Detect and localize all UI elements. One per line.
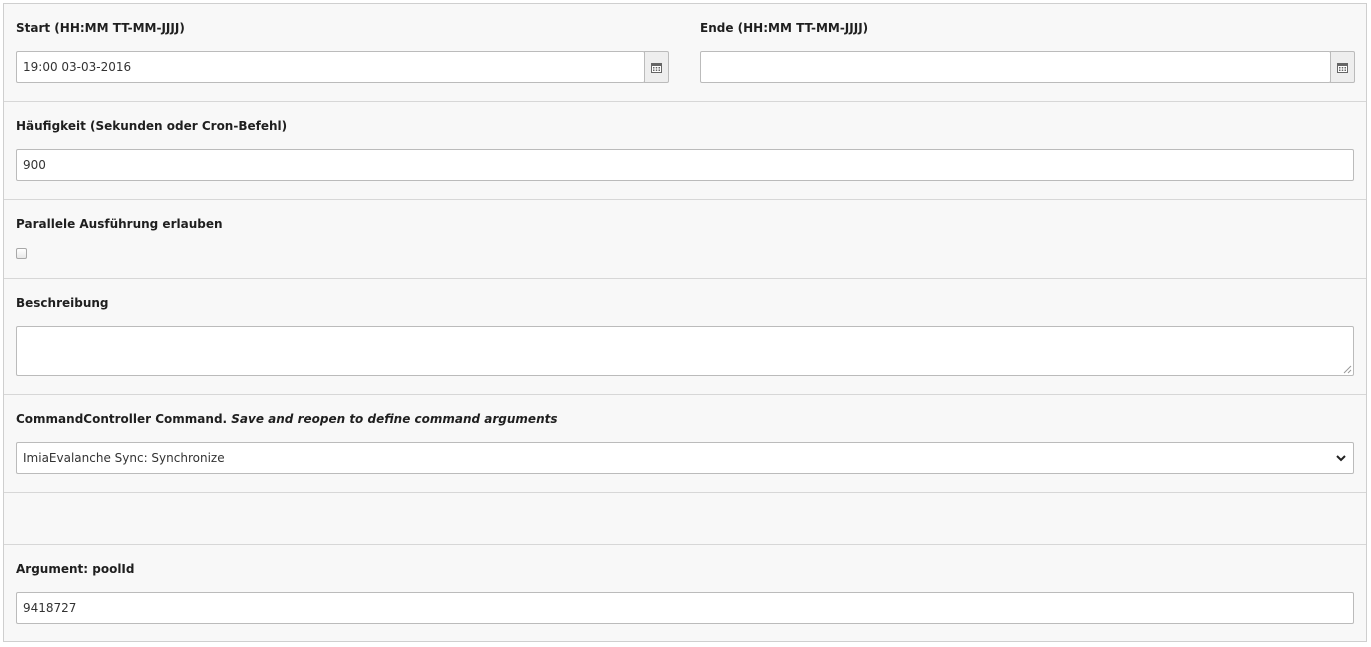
section-parallel: Parallele Ausführung erlauben bbox=[4, 200, 1366, 279]
parallel-label: Parallele Ausführung erlauben bbox=[16, 217, 223, 231]
calendar-icon bbox=[1337, 62, 1348, 73]
argument-poolid-input[interactable]: 9418727 bbox=[16, 592, 1354, 624]
command-label-text: CommandController Command. bbox=[16, 412, 228, 426]
frequency-label: Häufigkeit (Sekunden oder Cron-Befehl) bbox=[16, 119, 288, 133]
command-label: CommandController Command. Save and reop… bbox=[16, 412, 558, 426]
chevron-down-icon bbox=[1336, 455, 1346, 462]
argument-label: Argument: poolId bbox=[16, 562, 135, 576]
description-textarea[interactable] bbox=[16, 326, 1354, 376]
frequency-input[interactable]: 900 bbox=[16, 149, 1354, 181]
section-start-end: Start (HH:MM TT-MM-JJJJ) 19:00 03-03-201… bbox=[4, 4, 1366, 102]
command-label-hint: Save and reopen to define command argume… bbox=[231, 412, 558, 426]
description-label: Beschreibung bbox=[16, 296, 109, 310]
end-datetime-input[interactable] bbox=[700, 51, 1331, 83]
start-calendar-button[interactable] bbox=[644, 51, 669, 83]
section-command: CommandController Command. Save and reop… bbox=[4, 395, 1366, 493]
section-spacer bbox=[4, 493, 1366, 545]
scheduler-task-form: Start (HH:MM TT-MM-JJJJ) 19:00 03-03-201… bbox=[3, 3, 1367, 642]
end-label: Ende (HH:MM TT-MM-JJJJ) bbox=[700, 21, 869, 35]
command-selected-value: ImiaEvalanche Sync: Synchronize bbox=[23, 451, 225, 465]
start-datetime-input[interactable]: 19:00 03-03-2016 bbox=[16, 51, 645, 83]
section-frequency: Häufigkeit (Sekunden oder Cron-Befehl) 9… bbox=[4, 102, 1366, 200]
end-calendar-button[interactable] bbox=[1330, 51, 1355, 83]
parallel-checkbox[interactable] bbox=[16, 248, 27, 259]
command-select[interactable]: ImiaEvalanche Sync: Synchronize bbox=[16, 442, 1354, 474]
section-description: Beschreibung bbox=[4, 279, 1366, 395]
section-argument: Argument: poolId 9418727 bbox=[4, 545, 1366, 641]
resize-grip-icon[interactable] bbox=[1343, 365, 1352, 374]
start-label: Start (HH:MM TT-MM-JJJJ) bbox=[16, 21, 185, 35]
calendar-icon bbox=[651, 62, 662, 73]
